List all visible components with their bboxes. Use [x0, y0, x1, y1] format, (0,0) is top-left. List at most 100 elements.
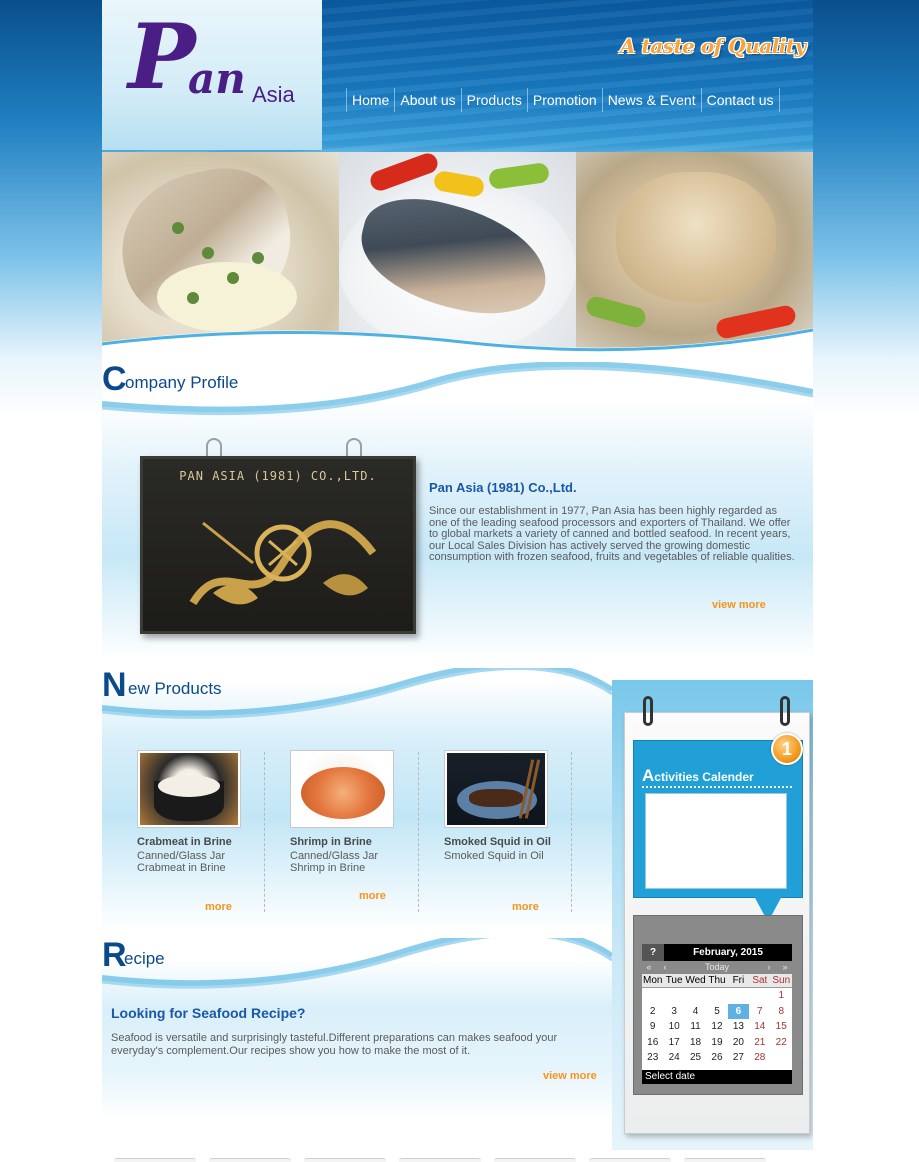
divider [571, 752, 572, 912]
calendar-day[interactable] [685, 988, 706, 1004]
header-banner: P an Asia A taste of Quality Home About … [102, 0, 813, 356]
heading-swoosh [102, 362, 813, 416]
next-month-icon[interactable]: › [760, 961, 778, 974]
calendar-week: 2 3 4 5 6 7 8 [642, 1003, 792, 1020]
weekday-label: Mon [642, 975, 663, 986]
nav-about-us[interactable]: About us [394, 88, 460, 112]
company-view-more-link[interactable]: view more [712, 599, 766, 611]
heading-initial: R [102, 936, 127, 974]
next-year-icon[interactable]: » [778, 961, 792, 974]
calendar-week: 23 24 25 26 27 28 [642, 1050, 792, 1066]
footer-tab [589, 1158, 671, 1162]
calendar-day[interactable]: 18 [685, 1035, 706, 1051]
product-description: Canned/Glass Jar Shrimp in Brine [290, 850, 379, 874]
weekday-label: Wed [685, 975, 706, 986]
calendar-day[interactable]: 20 [728, 1035, 749, 1051]
calendar-day[interactable]: 28 [749, 1050, 770, 1066]
calendar-day[interactable]: 21 [749, 1035, 770, 1051]
calendar-day[interactable]: 22 [771, 1035, 792, 1051]
logo[interactable]: P an Asia [102, 0, 322, 150]
company-description: Since our establishment in 1977, Pan Asi… [429, 505, 795, 564]
company-plaque-image: PAN ASIA (1981) CO.,LTD. [140, 456, 416, 634]
footer-tab [114, 1158, 196, 1162]
company-title: Pan Asia (1981) Co.,Ltd. [429, 480, 577, 495]
product-card: Smoked Squid in Oil Smoked Squid in Oil [444, 750, 564, 863]
heading-swoosh [102, 938, 612, 989]
calendar-day[interactable]: 9 [642, 1019, 663, 1035]
calendar-day[interactable]: 25 [685, 1050, 706, 1066]
calendar-day[interactable]: 11 [685, 1019, 706, 1035]
product-name[interactable]: Crabmeat in Brine [137, 836, 257, 848]
calendar-day[interactable]: 1 [771, 988, 792, 1004]
company-profile-heading: C ompany Profile [102, 362, 813, 422]
nav-contact-us[interactable]: Contact us [700, 88, 780, 112]
prev-month-icon[interactable]: ‹ [656, 961, 674, 974]
product-more-link[interactable]: more [512, 901, 539, 913]
weekday-label: Sun [772, 975, 791, 986]
prev-year-icon[interactable]: « [642, 961, 656, 974]
product-more-link[interactable]: more [359, 890, 386, 902]
product-more-link[interactable]: more [205, 901, 232, 913]
calendar-day[interactable] [706, 988, 727, 1004]
dotted-divider [642, 786, 792, 788]
calendar-day[interactable]: 3 [663, 1004, 684, 1020]
heading-initial: N [102, 666, 127, 704]
tagline: A taste of Quality [620, 34, 806, 58]
calendar-day[interactable]: 17 [663, 1035, 684, 1051]
calendar-month-title[interactable]: February, 2015 [664, 944, 792, 961]
heading-swoosh [102, 668, 612, 719]
calendar-day[interactable]: 26 [706, 1050, 727, 1066]
calendar-header: ? February, 2015 [642, 944, 792, 961]
product-thumbnail[interactable] [290, 750, 394, 828]
binder-ring-icon [780, 696, 790, 726]
recipe-view-more-link[interactable]: view more [543, 1070, 597, 1082]
product-thumbnail[interactable] [444, 750, 548, 828]
footer-tab [399, 1158, 481, 1162]
footer-tab [494, 1158, 576, 1162]
heading-text: ecipe [124, 949, 165, 968]
weekday-label: Fri [732, 975, 745, 986]
calendar-day[interactable]: 10 [663, 1019, 684, 1035]
calendar-week: 1 [642, 988, 792, 1004]
calendar-day[interactable]: 2 [642, 1004, 663, 1020]
calendar-day[interactable]: 8 [771, 1004, 792, 1020]
nav-home[interactable]: Home [346, 88, 394, 112]
calendar-day[interactable] [771, 1050, 792, 1066]
nav-products[interactable]: Products [460, 88, 527, 112]
calendar-day[interactable]: 12 [706, 1019, 727, 1035]
calendar-day[interactable]: 24 [663, 1050, 684, 1066]
calendar-day[interactable]: 19 [706, 1035, 727, 1051]
footer-tab [684, 1158, 766, 1162]
header-wave [102, 328, 813, 356]
calendar-day[interactable] [749, 988, 770, 1004]
calendar-day[interactable]: 13 [728, 1019, 749, 1035]
calendar-day[interactable]: 27 [728, 1050, 749, 1066]
activities-content [645, 793, 787, 889]
footer-tab [304, 1158, 386, 1162]
product-name[interactable]: Shrimp in Brine [290, 836, 410, 848]
calendar-day[interactable]: 23 [642, 1050, 663, 1066]
logo-letters: an [188, 54, 246, 103]
nav-promotion[interactable]: Promotion [526, 88, 602, 112]
heading-initial: C [102, 360, 127, 398]
today-button[interactable]: Today [674, 961, 760, 974]
calendar-day[interactable]: 7 [749, 1004, 770, 1020]
nav-news-event[interactable]: News & Event [601, 88, 701, 112]
calendar-weekdays: Mon Tue Wed Thu Fri Sat Sun [642, 974, 792, 988]
calendar-week: 16 17 18 19 20 21 22 [642, 1035, 792, 1051]
help-icon[interactable]: ? [642, 944, 664, 961]
calendar-day[interactable] [663, 988, 684, 1004]
calendar-day[interactable]: 14 [749, 1019, 770, 1035]
calendar-day[interactable]: 16 [642, 1035, 663, 1051]
activity-count-badge[interactable]: 1 [771, 733, 803, 765]
product-card: Shrimp in Brine Canned/Glass Jar Shrimp … [290, 750, 410, 874]
product-thumbnail[interactable] [137, 750, 241, 828]
calendar-day[interactable] [642, 988, 663, 1004]
calendar-day[interactable]: 5 [706, 1004, 727, 1020]
product-name[interactable]: Smoked Squid in Oil [444, 836, 564, 848]
weekday-label: Tue [665, 975, 683, 986]
calendar-day[interactable]: 15 [771, 1019, 792, 1035]
calendar-day-today[interactable]: 6 [727, 1003, 750, 1019]
calendar-day[interactable]: 4 [685, 1004, 706, 1020]
calendar-day[interactable] [728, 988, 749, 1004]
